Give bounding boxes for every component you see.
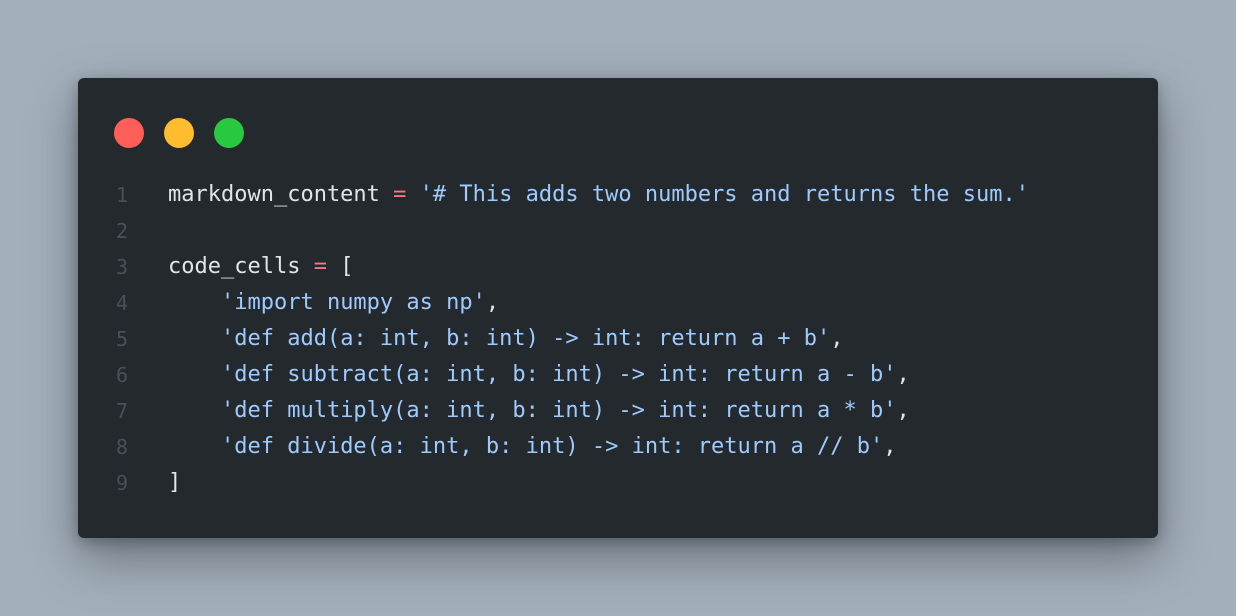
line-number: 2	[115, 219, 129, 243]
code-text: 'def divide(a: int, b: int) -> int: retu…	[168, 429, 897, 465]
line-number: 4	[115, 291, 129, 315]
minimize-window-dot-icon[interactable]	[164, 118, 194, 148]
code-text: 'import numpy as np',	[168, 285, 499, 321]
code-text: 'def subtract(a: int, b: int) -> int: re…	[168, 357, 910, 393]
code-token: ,	[485, 290, 500, 315]
line-number: 5	[115, 327, 129, 351]
code-token: code_cells	[168, 254, 314, 279]
code-text: code_cells = [	[168, 249, 353, 285]
code-line: 8 'def divide(a: int, b: int) -> int: re…	[78, 429, 1158, 465]
code-line: 7 'def multiply(a: int, b: int) -> int: …	[78, 393, 1158, 429]
code-line: 6 'def subtract(a: int, b: int) -> int: …	[78, 357, 1158, 393]
code-token: ,	[883, 434, 897, 459]
code-token: ,	[896, 398, 910, 423]
code-token: [	[326, 254, 354, 279]
string-token: 'import numpy as np'	[220, 290, 486, 315]
maximize-window-dot-icon[interactable]	[214, 118, 244, 148]
code-text: markdown_content = '# This adds two numb…	[168, 177, 1029, 213]
code-editor: 1 markdown_content = '# This adds two num…	[78, 177, 1158, 501]
line-number: 9	[115, 471, 129, 495]
line-number: 1	[115, 183, 129, 207]
string-token: 'def add(a: int, b: int) -> int: return …	[220, 326, 831, 351]
code-token: ,	[830, 326, 844, 351]
code-line: 4 'import numpy as np',	[78, 285, 1158, 321]
line-number: 3	[115, 255, 129, 279]
code-token: ,	[896, 362, 910, 387]
close-window-dot-icon[interactable]	[114, 118, 144, 148]
code-token: markdown_content	[168, 182, 394, 207]
string-token: 'def subtract(a: int, b: int) -> int: re…	[220, 362, 897, 387]
code-window: 1 markdown_content = '# This adds two num…	[78, 78, 1158, 538]
operator-token: =	[393, 182, 407, 207]
code-line: 5 'def add(a: int, b: int) -> int: retur…	[78, 321, 1158, 357]
code-line: 3 code_cells = [	[78, 249, 1158, 285]
line-number: 8	[115, 435, 129, 459]
line-number: 7	[115, 399, 129, 423]
code-line: 9]	[78, 465, 1158, 501]
code-token: ]	[168, 470, 182, 495]
code-text: 'def multiply(a: int, b: int) -> int: re…	[168, 393, 910, 429]
code-line: 2	[78, 213, 1158, 249]
code-line: 1 markdown_content = '# This adds two num…	[78, 177, 1158, 213]
string-token: 'def divide(a: int, b: int) -> int: retu…	[220, 434, 884, 459]
code-text: 'def add(a: int, b: int) -> int: return …	[168, 321, 844, 357]
operator-token: =	[313, 254, 327, 279]
string-token: 'def multiply(a: int, b: int) -> int: re…	[220, 398, 897, 423]
string-token: '# This adds two numbers and returns the…	[419, 182, 1029, 207]
code-text: ]	[168, 465, 181, 501]
line-number: 6	[115, 363, 129, 387]
